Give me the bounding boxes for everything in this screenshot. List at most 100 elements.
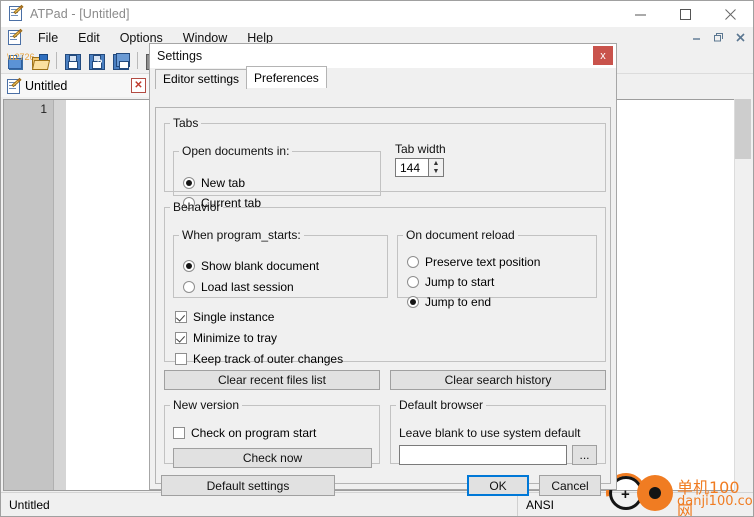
radio-jump-end-indicator <box>407 296 419 308</box>
program-starts-legend: When program_starts: <box>182 228 301 242</box>
default-settings-button[interactable]: Default settings <box>161 475 335 496</box>
status-encoding: ANSI <box>526 497 555 512</box>
gutter-spacer <box>54 100 66 490</box>
radio-load-last-session[interactable]: Load last session <box>183 280 294 294</box>
window-title: ATPad - [Untitled] <box>30 7 130 21</box>
editor-vertical-scrollbar[interactable] <box>734 99 751 491</box>
radio-load-last-label: Load last session <box>201 280 294 294</box>
clear-recent-files-button[interactable]: Clear recent files list <box>164 370 380 390</box>
check-now-button[interactable]: Check now <box>173 448 372 468</box>
tabs-group-legend: Tabs <box>173 116 199 130</box>
program-starts-group: When program_starts: Show blank document… <box>173 228 388 298</box>
clear-search-history-button[interactable]: Clear search history <box>390 370 606 390</box>
app-notepad-icon <box>8 4 24 22</box>
dialog-close-icon[interactable]: x <box>593 46 613 65</box>
scrollbar-thumb[interactable] <box>735 99 751 159</box>
radio-new-tab-indicator <box>183 177 195 189</box>
document-reload-group: On document reload Preserve text positio… <box>397 228 597 309</box>
checkbox-check-on-start-label: Check on program start <box>191 426 317 440</box>
open-documents-legend: Open documents in: <box>182 144 290 158</box>
radio-jump-start-label: Jump to start <box>425 275 495 289</box>
checkbox-single-instance-indicator <box>175 311 187 323</box>
open-documents-group: Open documents in: New tab Current tab <box>173 144 381 210</box>
tab-width-spin-buttons[interactable]: ▲ ▼ <box>428 158 444 177</box>
checkbox-minimize-to-tray[interactable]: Minimize to tray <box>175 331 277 345</box>
statusbar: Untitled ANSI <box>1 492 753 516</box>
behavior-group: Behavior When program_starts: Show blank… <box>164 200 606 366</box>
dialog-title: Settings <box>157 49 203 63</box>
tab-preferences[interactable]: Preferences <box>246 66 327 88</box>
tab-width-input[interactable]: 144 <box>395 158 428 177</box>
radio-jump-end-label: Jump to end <box>425 295 492 309</box>
checkbox-keep-track-outer-changes[interactable]: Keep track of outer changes <box>175 352 343 366</box>
spin-up-icon[interactable]: ▲ <box>429 159 443 168</box>
mdi-system-icon[interactable] <box>7 28 23 46</box>
main-titlebar: ATPad - [Untitled] <box>1 1 753 27</box>
minimize-button[interactable] <box>618 1 663 27</box>
radio-preserve-indicator <box>407 256 419 268</box>
checkbox-check-on-program-start[interactable]: Check on program start <box>173 426 316 440</box>
checkbox-minimize-tray-label: Minimize to tray <box>193 331 278 345</box>
spin-down-icon[interactable]: ▼ <box>429 168 443 177</box>
mdi-restore-button[interactable] <box>707 28 729 46</box>
radio-preserve-label: Preserve text position <box>425 255 541 269</box>
menu-edit[interactable]: Edit <box>68 29 110 47</box>
default-browser-input[interactable] <box>399 445 567 465</box>
radio-jump-to-end[interactable]: Jump to end <box>407 295 491 309</box>
checkbox-minimize-tray-indicator <box>175 332 187 344</box>
line-number: 1 <box>40 102 47 116</box>
radio-load-last-indicator <box>183 281 195 293</box>
close-button[interactable] <box>708 1 753 27</box>
radio-show-blank-label: Show blank document <box>201 259 320 273</box>
open-file-icon[interactable] <box>28 50 51 72</box>
preferences-panel: Tabs Open documents in: New tab Current … <box>155 107 611 496</box>
document-tab-label: Untitled <box>25 78 68 93</box>
cancel-button[interactable]: Cancel <box>539 475 601 496</box>
radio-show-blank-document[interactable]: Show blank document <box>183 259 319 273</box>
toolbar-separator <box>56 52 57 69</box>
default-browser-legend: Default browser <box>399 398 484 412</box>
radio-jump-start-indicator <box>407 276 419 288</box>
settings-dialog: Settings x Editor settings Preferences T… <box>149 43 617 496</box>
dialog-titlebar: Settings x <box>150 44 616 68</box>
checkbox-check-on-start-indicator <box>173 427 185 439</box>
checkbox-keep-track-indicator <box>175 353 187 365</box>
document-tab-close-icon[interactable]: ✕ <box>131 78 146 93</box>
new-file-icon[interactable]: \u2726 <box>4 50 35 72</box>
checkbox-keep-track-label: Keep track of outer changes <box>193 352 344 366</box>
maximize-button[interactable] <box>663 1 708 27</box>
save-icon[interactable] <box>61 50 84 72</box>
ok-button[interactable]: OK <box>467 475 529 496</box>
dialog-tabs: Editor settings Preferences <box>155 66 616 89</box>
radio-preserve-text-position[interactable]: Preserve text position <box>407 255 540 269</box>
tab-editor-settings[interactable]: Editor settings <box>155 69 248 89</box>
tab-width-stepper[interactable]: 144 ▲ ▼ <box>395 158 444 177</box>
behavior-group-legend: Behavior <box>173 200 221 214</box>
radio-show-blank-indicator <box>183 260 195 272</box>
new-version-group: New version Check on program start Check… <box>164 398 380 468</box>
mdi-minimize-button[interactable] <box>685 28 707 46</box>
save-as-icon[interactable]: ? <box>85 50 108 72</box>
document-icon <box>6 77 22 94</box>
radio-jump-to-start[interactable]: Jump to start <box>407 275 494 289</box>
default-browser-hint: Leave blank to use system default <box>399 426 581 440</box>
checkbox-single-instance[interactable]: Single instance <box>175 310 274 324</box>
menu-file[interactable]: File <box>28 29 68 47</box>
document-reload-legend: On document reload <box>406 228 515 242</box>
new-version-legend: New version <box>173 398 240 412</box>
radio-new-tab-label: New tab <box>201 176 246 190</box>
tabs-group: Tabs Open documents in: New tab Current … <box>164 116 606 210</box>
radio-new-tab[interactable]: New tab <box>183 176 245 190</box>
window-controls <box>618 1 753 27</box>
status-document: Untitled <box>9 497 50 512</box>
browse-button[interactable]: ... <box>572 445 597 465</box>
checkbox-single-instance-label: Single instance <box>193 310 275 324</box>
default-browser-group: Default browser Leave blank to use syste… <box>390 398 606 465</box>
document-tab-untitled[interactable]: Untitled ✕ <box>1 74 153 97</box>
tab-width-label: Tab width <box>395 142 446 156</box>
toolbar-separator-2 <box>137 52 138 69</box>
mdi-close-button[interactable] <box>729 28 751 46</box>
application-window: ATPad - [Untitled] File Edit Options Win… <box>0 0 754 517</box>
save-all-icon[interactable] <box>109 50 132 72</box>
line-number-gutter: 1 <box>4 100 54 490</box>
